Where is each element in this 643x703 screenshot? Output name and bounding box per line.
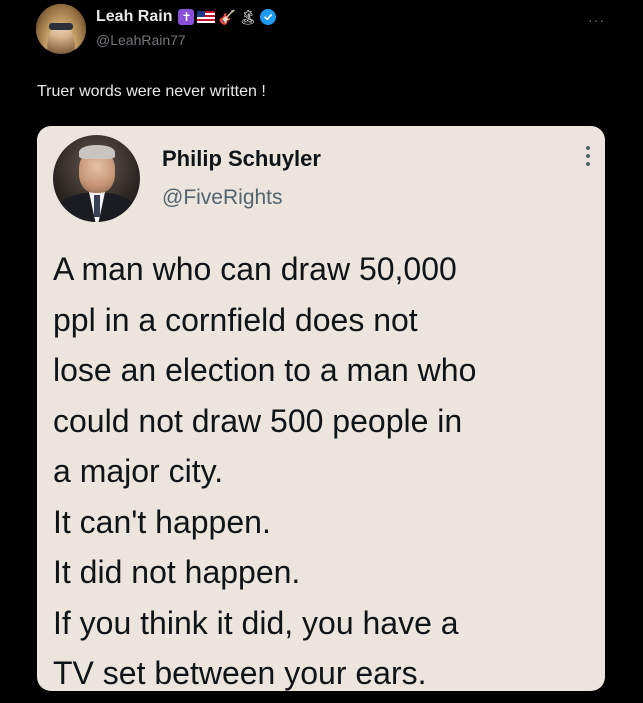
author-avatar[interactable] xyxy=(36,4,86,54)
avatar-hair xyxy=(79,145,115,159)
more-options-icon[interactable]: ··· xyxy=(588,12,605,28)
tweet: Leah Rain ✝ 🎸 🏝 @LeahRain77 ··· Truer wo… xyxy=(0,0,643,703)
author-badges: ✝ 🎸 🏝 xyxy=(178,9,276,25)
quoted-author-avatar xyxy=(53,135,140,222)
avatar-sunglasses xyxy=(49,23,73,30)
quote-line: If you think it did, you have a xyxy=(53,604,459,641)
author-handle[interactable]: @LeahRain77 xyxy=(96,32,186,48)
verified-icon xyxy=(259,9,276,25)
author-row: Leah Rain ✝ 🎸 🏝 xyxy=(96,8,276,26)
quote-line: TV set between your ears. xyxy=(53,655,427,691)
cross-icon: ✝ xyxy=(178,9,195,25)
quote-line: lose an election to a man who xyxy=(53,352,477,388)
us-flag-icon xyxy=(197,11,216,23)
quote-line: It can't happen. xyxy=(53,503,271,540)
vertical-dots-icon xyxy=(585,146,591,166)
quoted-author-name: Philip Schuyler xyxy=(162,146,321,171)
island-icon: 🏝 xyxy=(238,9,257,25)
quote-line: A man who can draw 50,000 xyxy=(53,251,457,287)
quote-line: a major city. xyxy=(53,453,224,489)
checkmark-icon xyxy=(263,14,272,21)
tweet-text: Truer words were never written ! xyxy=(37,83,266,100)
attached-image[interactable]: Philip Schuyler @FiveRights A man who ca… xyxy=(37,126,605,691)
quote-line: could not draw 500 people in xyxy=(53,402,463,439)
quoted-text: A man who can draw 50,000 ppl in a cornf… xyxy=(53,244,593,691)
author-name[interactable]: Leah Rain xyxy=(96,8,172,26)
quoted-author-handle: @FiveRights xyxy=(162,186,283,209)
quote-line: ppl in a cornfield does not xyxy=(53,301,418,338)
guitar-icon: 🎸 xyxy=(218,9,236,25)
quote-line: It did not happen. xyxy=(53,554,301,590)
avatar-tie xyxy=(94,195,100,217)
